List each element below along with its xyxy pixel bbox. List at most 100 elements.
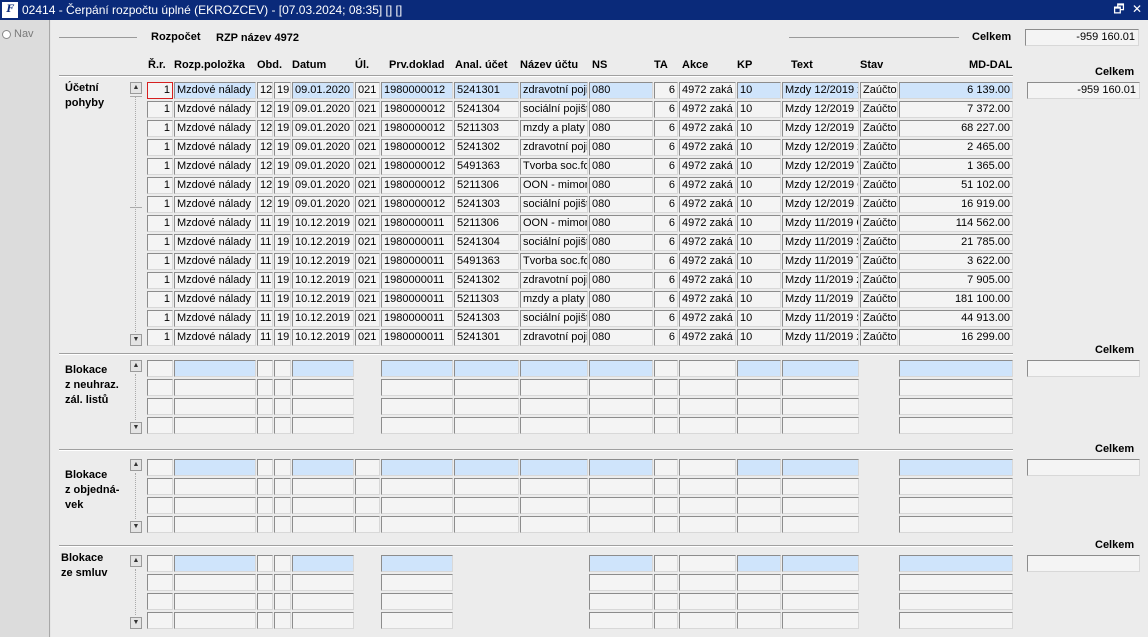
cell-prv-doklad[interactable]: 1980000012 <box>381 158 453 175</box>
cell-obd-rok[interactable] <box>274 497 291 514</box>
cell-rr[interactable] <box>147 593 173 610</box>
cell-akce[interactable] <box>679 516 736 533</box>
cell-ul[interactable]: 021 <box>355 215 380 232</box>
cell-obd[interactable]: 11 <box>257 253 273 270</box>
cell-ns[interactable] <box>589 574 653 591</box>
cell-md-dal[interactable] <box>899 478 1013 495</box>
cell-md-dal[interactable]: 21 785.00 <box>899 234 1013 251</box>
cell-md-dal[interactable] <box>899 593 1013 610</box>
cell-obd[interactable]: 11 <box>257 310 273 327</box>
cell-anal-ucet[interactable]: 5241303 <box>454 196 519 213</box>
cell-akce[interactable]: 4972 zaká <box>679 139 736 156</box>
section-scrollbar-1[interactable]: ▲ ▼ <box>130 360 142 436</box>
cell-kp[interactable]: 10 <box>737 253 781 270</box>
scroll-track[interactable] <box>135 374 136 420</box>
cell-obd[interactable]: 11 <box>257 272 273 289</box>
cell-md-dal[interactable]: 7 372.00 <box>899 101 1013 118</box>
cell-datum[interactable] <box>292 360 354 377</box>
cell-prv-doklad[interactable]: 1980000012 <box>381 196 453 213</box>
cell-text[interactable]: Mzdy 12/2019 z <box>782 82 859 99</box>
cell-stav[interactable]: Zaúčto <box>860 139 898 156</box>
cell-obd-rok[interactable] <box>274 459 291 476</box>
scroll-down-icon[interactable]: ▼ <box>130 422 142 434</box>
cell-rr[interactable]: 1 <box>147 310 173 327</box>
cell-md-dal[interactable]: 7 905.00 <box>899 272 1013 289</box>
cell-anal-ucet[interactable]: 5491363 <box>454 158 519 175</box>
cell-stav[interactable]: Zaúčto <box>860 82 898 99</box>
cell-md-dal[interactable]: 181 100.00 <box>899 291 1013 308</box>
cell-md-dal[interactable] <box>899 379 1013 396</box>
cell-kp[interactable]: 10 <box>737 329 781 346</box>
cell-kp[interactable]: 10 <box>737 196 781 213</box>
cell-text[interactable] <box>782 379 859 396</box>
scroll-down-icon[interactable]: ▼ <box>130 617 142 629</box>
cell-text[interactable]: Mzdy 11/2019 S <box>782 310 859 327</box>
cell-rozp-polozka[interactable]: Mzdové nálady <box>174 139 256 156</box>
cell-datum[interactable]: 10.12.2019 <box>292 215 354 232</box>
cell-ta[interactable]: 6 <box>654 82 678 99</box>
cell-ta[interactable]: 6 <box>654 310 678 327</box>
cell-kp[interactable]: 10 <box>737 310 781 327</box>
cell-ns[interactable] <box>589 459 653 476</box>
cell-rozp-polozka[interactable] <box>174 555 256 572</box>
cell-prv-doklad[interactable]: 1980000011 <box>381 272 453 289</box>
scroll-up-icon[interactable]: ▲ <box>130 82 142 94</box>
cell-ns[interactable] <box>589 555 653 572</box>
cell-kp[interactable]: 10 <box>737 82 781 99</box>
cell-rozp-polozka[interactable]: Mzdové nálady <box>174 253 256 270</box>
cell-rozp-polozka[interactable] <box>174 417 256 434</box>
cell-ta[interactable] <box>654 516 678 533</box>
cell-obd-rok[interactable] <box>274 398 291 415</box>
cell-datum[interactable]: 09.01.2020 <box>292 158 354 175</box>
cell-ul[interactable] <box>355 497 380 514</box>
cell-prv-doklad[interactable] <box>381 478 453 495</box>
cell-obd-rok[interactable]: 19 <box>274 272 291 289</box>
cell-kp[interactable] <box>737 417 781 434</box>
section-scrollbar-0[interactable]: ▲ ▼ <box>130 82 142 348</box>
cell-md-dal[interactable] <box>899 555 1013 572</box>
cell-ns[interactable] <box>589 516 653 533</box>
cell-akce[interactable]: 4972 zaká <box>679 329 736 346</box>
cell-rr[interactable]: 1 <box>147 177 173 194</box>
cell-obd[interactable] <box>257 379 273 396</box>
cell-obd[interactable]: 11 <box>257 329 273 346</box>
cell-md-dal[interactable]: 3 622.00 <box>899 253 1013 270</box>
cell-prv-doklad[interactable] <box>381 459 453 476</box>
cell-stav[interactable]: Zaúčto <box>860 310 898 327</box>
cell-obd-rok[interactable] <box>274 593 291 610</box>
section-celkem-field-2[interactable] <box>1027 459 1140 476</box>
cell-rr[interactable] <box>147 360 173 377</box>
cell-md-dal[interactable] <box>899 417 1013 434</box>
cell-datum[interactable]: 09.01.2020 <box>292 139 354 156</box>
cell-akce[interactable] <box>679 574 736 591</box>
cell-kp[interactable]: 10 <box>737 177 781 194</box>
cell-stav[interactable]: Zaúčto <box>860 158 898 175</box>
cell-prv-doklad[interactable]: 1980000011 <box>381 310 453 327</box>
cell-nazev-uctu[interactable]: OON - mimoro <box>520 177 588 194</box>
cell-obd[interactable] <box>257 593 273 610</box>
cell-prv-doklad[interactable] <box>381 398 453 415</box>
cell-nazev-uctu[interactable]: zdravotní poji <box>520 272 588 289</box>
cell-datum[interactable] <box>292 478 354 495</box>
cell-prv-doklad[interactable]: 1980000011 <box>381 234 453 251</box>
cell-ul[interactable]: 021 <box>355 253 380 270</box>
cell-obd-rok[interactable]: 19 <box>274 120 291 137</box>
cell-obd[interactable]: 11 <box>257 291 273 308</box>
cell-md-dal[interactable]: 16 299.00 <box>899 329 1013 346</box>
cell-rr[interactable]: 1 <box>147 253 173 270</box>
cell-rr[interactable] <box>147 497 173 514</box>
scroll-up-icon[interactable]: ▲ <box>130 459 142 471</box>
cell-prv-doklad[interactable] <box>381 360 453 377</box>
cell-text[interactable]: Mzdy 12/2019 <box>782 120 859 137</box>
cell-ta[interactable] <box>654 593 678 610</box>
cell-rozp-polozka[interactable] <box>174 360 256 377</box>
cell-rr[interactable]: 1 <box>147 329 173 346</box>
cell-datum[interactable]: 10.12.2019 <box>292 291 354 308</box>
cell-obd-rok[interactable]: 19 <box>274 253 291 270</box>
cell-nazev-uctu[interactable] <box>520 360 588 377</box>
cell-ul[interactable]: 021 <box>355 291 380 308</box>
cell-obd-rok[interactable] <box>274 612 291 629</box>
cell-prv-doklad[interactable] <box>381 555 453 572</box>
cell-text[interactable]: Mzdy 11/2019 T <box>782 253 859 270</box>
cell-text[interactable] <box>782 555 859 572</box>
